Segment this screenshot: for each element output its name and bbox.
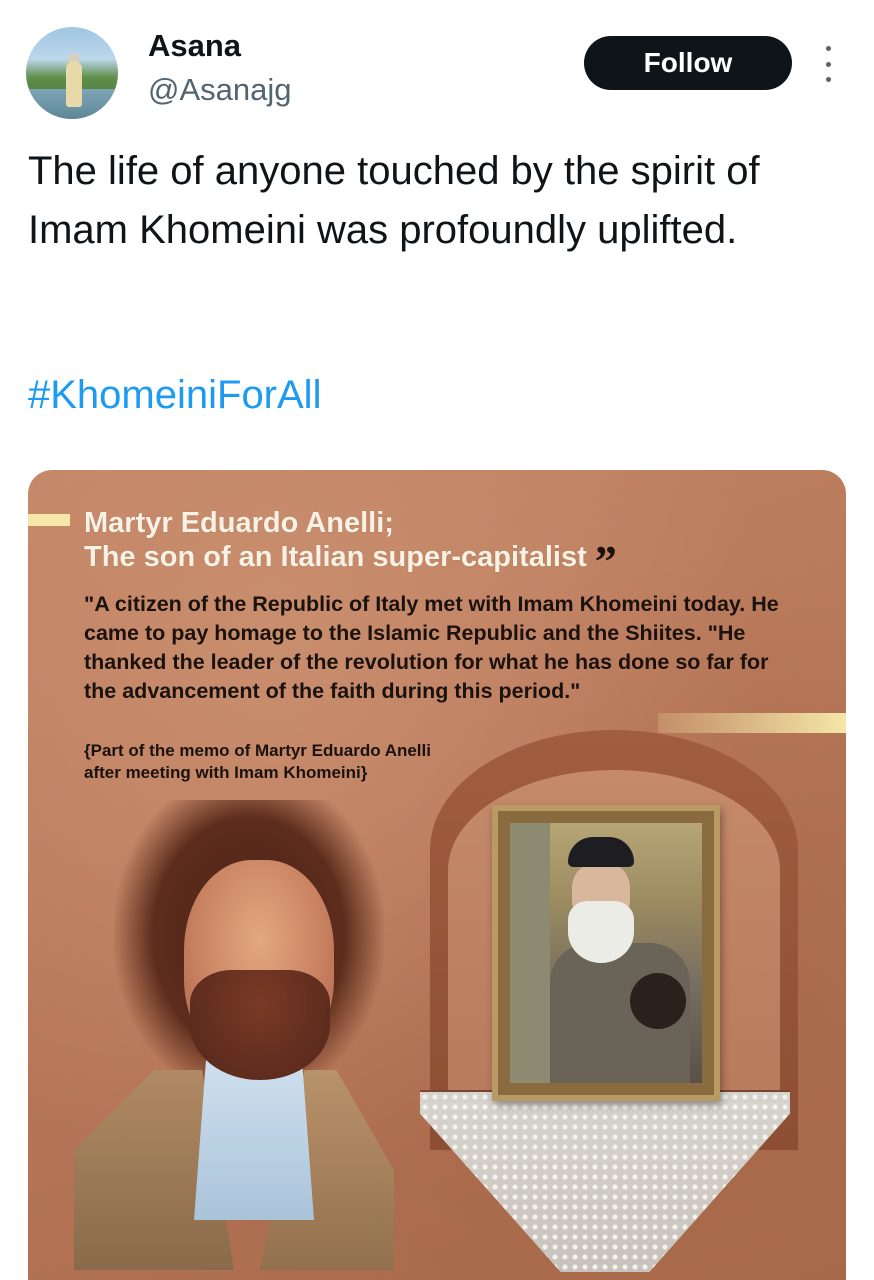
accent-bar-right bbox=[658, 713, 846, 733]
media-quote: "A citizen of the Republic of Italy met … bbox=[84, 592, 779, 703]
quote-mark-icon: ” bbox=[594, 537, 617, 586]
portrait-painting bbox=[74, 800, 414, 1270]
portrait-beard bbox=[190, 970, 330, 1080]
memo-line-2: after meeting with Imam Khomeini} bbox=[84, 763, 368, 782]
more-vertical-icon[interactable] bbox=[818, 46, 838, 82]
headline-line-1: Martyr Eduardo Anelli; bbox=[84, 507, 394, 539]
lace-doily bbox=[420, 1092, 790, 1272]
hashtag-link[interactable]: #KhomeiniForAll bbox=[28, 373, 321, 418]
avatar[interactable] bbox=[26, 27, 118, 119]
accent-bar-left bbox=[28, 514, 70, 526]
follow-button[interactable]: Follow bbox=[584, 36, 792, 90]
portrait-shirt bbox=[194, 1060, 314, 1220]
memo-line-1: {Part of the memo of Martyr Eduardo Anel… bbox=[84, 741, 431, 760]
framed-photo bbox=[492, 805, 720, 1101]
media-image[interactable]: Martyr Eduardo Anelli; The son of an Ita… bbox=[28, 470, 846, 1280]
framed-photo-image bbox=[510, 823, 702, 1083]
author-handle[interactable]: @Asanajg bbox=[148, 72, 292, 108]
dot bbox=[825, 61, 831, 67]
media-memo-caption: {Part of the memo of Martyr Eduardo Anel… bbox=[84, 740, 504, 784]
photo-beard bbox=[568, 901, 634, 963]
photo-young-man bbox=[630, 973, 686, 1029]
photo-wall bbox=[510, 823, 550, 1083]
tweet-card: Asana @Asanajg Follow The life of anyone… bbox=[0, 0, 874, 1280]
avatar-figure bbox=[66, 61, 82, 107]
headline-line-2: The son of an Italian super-capitalist bbox=[84, 541, 587, 573]
media-headline: Martyr Eduardo Anelli; The son of an Ita… bbox=[84, 506, 617, 584]
tweet-text: The life of anyone touched by the spirit… bbox=[28, 149, 760, 252]
dot bbox=[825, 77, 831, 82]
author-display-name[interactable]: Asana bbox=[148, 28, 241, 64]
dot bbox=[825, 46, 831, 51]
photo-cap bbox=[568, 837, 634, 867]
